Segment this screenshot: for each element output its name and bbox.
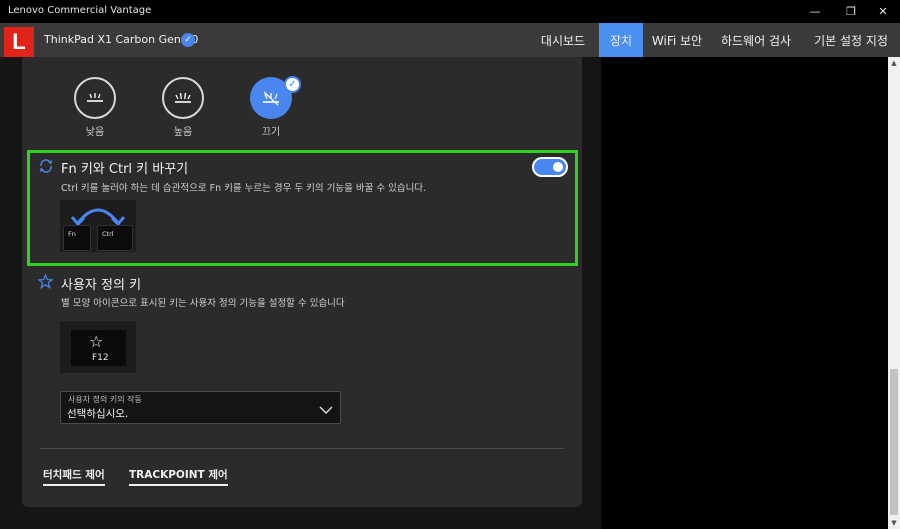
section-divider [40, 448, 564, 449]
fn-ctrl-title: Fn 키와 Ctrl 키 바꾸기 [61, 162, 189, 177]
backlight-high-button[interactable] [162, 77, 204, 119]
restore-button[interactable]: ❐ [834, 0, 868, 23]
keyboard-backlight-low-icon [87, 93, 103, 102]
right-panel [601, 57, 888, 529]
keyboard-backlight-high-icon [175, 92, 191, 103]
vertical-scrollbar[interactable]: ▲ ▼ [888, 57, 900, 529]
touchpad-control-link[interactable]: 터치패드 제어 [43, 467, 105, 486]
window-title: Lenovo Commercial Vantage [8, 5, 152, 16]
nav-wifi-security[interactable]: WiFi 보안 [647, 23, 707, 57]
toggle-knob [553, 162, 563, 172]
custom-key-description: 별 모양 아이콘으로 표시된 키는 사용자 정의 기능을 설정할 수 있습니다 [61, 298, 345, 309]
backlight-off-label: 끄기 [261, 127, 281, 138]
backlight-low-button[interactable] [74, 77, 116, 119]
f12-key-label: F12 [92, 353, 109, 363]
select-label: 사용자 정의 키의 작동 [68, 395, 142, 404]
ctrl-key: Ctrl [97, 225, 133, 251]
custom-key-title: 사용자 정의 키 [61, 278, 142, 293]
nav-device[interactable]: 장치 [599, 23, 643, 57]
f12-star-icon: ☆ [89, 332, 104, 351]
selected-check-icon: ✓ [284, 76, 301, 93]
swap-arrows-icon [70, 208, 126, 225]
scrollbar-thumb[interactable] [890, 369, 898, 515]
fn-ctrl-description: Ctrl 키를 눌러야 하는 데 습관적으로 Fn 키를 누르는 경우 두 키의… [61, 183, 427, 194]
star-outline-icon [38, 274, 53, 289]
nav-preferences[interactable]: 기본 설정 지정 [808, 23, 894, 57]
select-value: 선택하십시오. [67, 408, 129, 420]
fn-ctrl-toggle[interactable] [532, 157, 568, 177]
nav-dashboard[interactable]: 대시보드 [532, 23, 594, 57]
minimize-button[interactable]: — [798, 0, 832, 23]
verified-check-icon: ✓ [181, 33, 195, 47]
swap-refresh-icon [39, 159, 53, 173]
trackpoint-control-link[interactable]: TRACKPOINT 제어 [129, 467, 228, 486]
fn-key: Fn [63, 225, 91, 251]
keyboard-backlight-off-icon [263, 91, 279, 106]
scroll-down-arrow-icon[interactable]: ▼ [888, 517, 900, 529]
lenovo-logo: L [4, 27, 34, 57]
close-button[interactable]: ✕ [866, 0, 900, 23]
nav-hardware-scan[interactable]: 하드웨어 검사 [714, 23, 798, 57]
scroll-up-arrow-icon[interactable]: ▲ [888, 57, 900, 69]
backlight-high-label: 높음 [173, 127, 193, 138]
device-name: ThinkPad X1 Carbon Gen 10 [44, 33, 199, 46]
window-titlebar: Lenovo Commercial Vantage [0, 0, 900, 23]
backlight-low-label: 낮음 [85, 127, 105, 138]
chevron-down-icon[interactable] [318, 405, 334, 415]
